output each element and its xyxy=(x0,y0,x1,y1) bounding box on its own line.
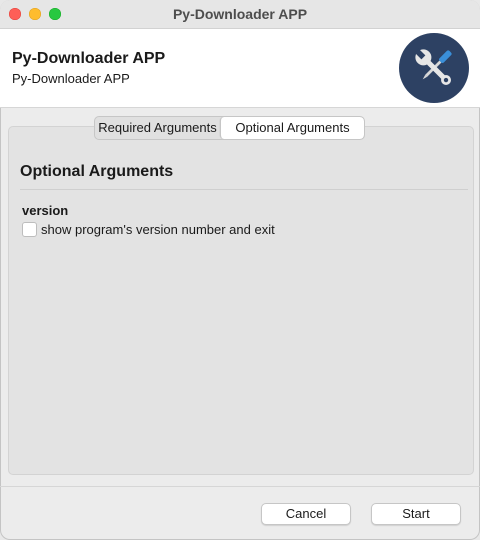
tab-required-arguments[interactable]: Required Arguments xyxy=(95,117,220,139)
arg-name-version: version xyxy=(22,203,69,218)
section-divider xyxy=(20,189,468,190)
window-title: Py-Downloader APP xyxy=(172,6,308,22)
tab-bar: Required Arguments Optional Arguments xyxy=(94,116,365,140)
start-button[interactable]: Start xyxy=(371,503,461,525)
wrench-screwdriver-icon xyxy=(414,48,452,86)
app-logo xyxy=(399,33,469,103)
version-checkbox-label[interactable]: show program's version number and exit xyxy=(41,222,275,237)
title-bar[interactable]: Py-Downloader APP xyxy=(0,0,480,29)
footer-divider xyxy=(0,486,480,487)
app-subtitle: Py-Downloader APP xyxy=(12,71,130,86)
tab-optional-arguments[interactable]: Optional Arguments xyxy=(220,117,364,139)
version-checkbox[interactable] xyxy=(22,222,37,237)
app-title: Py-Downloader APP xyxy=(12,50,166,67)
app-window: Py-Downloader APP Py-Downloader APP Py-D… xyxy=(0,0,480,540)
section-title: Optional Arguments xyxy=(20,163,174,180)
app-header: Py-Downloader APP Py-Downloader APP xyxy=(0,29,480,108)
cancel-button[interactable]: Cancel xyxy=(261,503,351,525)
